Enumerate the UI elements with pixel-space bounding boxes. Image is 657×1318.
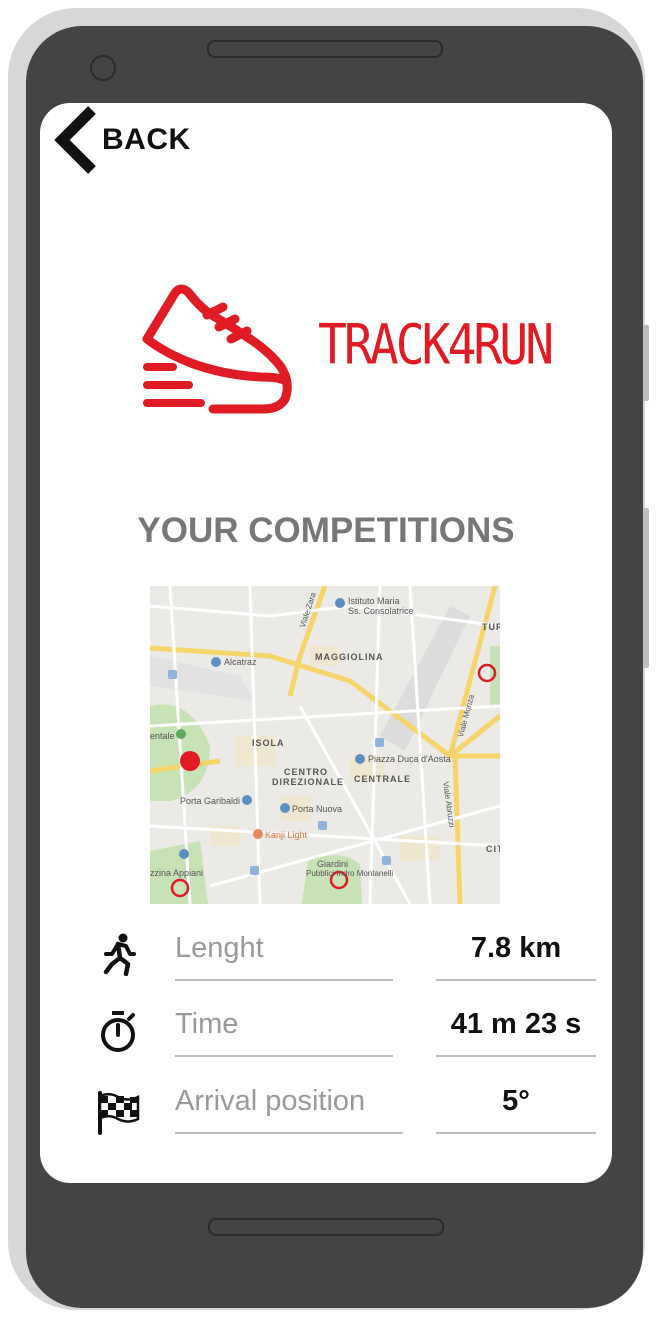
map-label-appiani: zzina Appiani (150, 868, 204, 878)
map-label-turi: TURI (482, 622, 500, 632)
phone-volume-button (643, 508, 649, 668)
stat-label-underline (175, 1132, 403, 1134)
chevron-left-icon (54, 106, 96, 174)
competition-map[interactable]: Istituto Maria Ss. Consolatrice Alcatraz… (150, 586, 500, 904)
stopwatch-icon (101, 1011, 135, 1052)
map-label-montanelli: Pubblici Indro Montanelli (306, 869, 394, 878)
checkered-flag-icon (98, 1091, 140, 1135)
phone-camera (90, 55, 116, 81)
stat-label-underline (175, 1055, 393, 1057)
app-screen: BACK TRACK4RUN YOUR COMPETITIONS Istitut… (40, 103, 612, 1183)
map-label-porta-nuova: Porta Nuova (292, 804, 343, 814)
map-label-isola: ISOLA (252, 738, 285, 748)
map-label-giardini: Giardini (317, 859, 349, 869)
stat-label-underline (175, 979, 393, 981)
runner-icon (103, 933, 136, 976)
map-label-maggiolina: MAGGIOLINA (315, 652, 384, 662)
phone-power-button (643, 325, 649, 401)
phone-bottom-speaker (208, 1218, 444, 1236)
stat-row-length: Lenght 7.8 km (40, 928, 612, 988)
stat-value-underline (436, 1055, 596, 1057)
shoe-logo-icon (142, 284, 292, 414)
stat-value-underline (436, 1132, 596, 1134)
back-button[interactable]: BACK (52, 103, 191, 177)
back-label: BACK (102, 123, 191, 156)
map-label-centro: CENTRO (284, 767, 328, 777)
map-label-citta: CIT (486, 844, 500, 854)
stat-label: Time (175, 1008, 239, 1040)
brand-name: TRACK4RUN (318, 313, 554, 378)
stat-label: Arrival position (175, 1085, 366, 1117)
stat-row-time: Time 41 m 23 s (40, 1004, 612, 1064)
stat-value-underline (436, 979, 596, 981)
stat-value: 41 m 23 s (450, 1008, 582, 1040)
map-background (150, 586, 500, 904)
map-label-istituto-2: Ss. Consolatrice (348, 606, 414, 616)
stat-label: Lenght (175, 932, 264, 964)
stat-value: 5° (502, 1085, 530, 1117)
map-label-porta-garibaldi: Porta Garibaldi (180, 796, 241, 806)
map-label-kanji: Kanji Light (265, 830, 308, 840)
map-label-centrale: CENTRALE (354, 774, 411, 784)
map-label-alcatraz: Alcatraz (224, 657, 257, 667)
map-label-istituto: Istituto Maria (348, 596, 400, 606)
stat-value: 7.8 km (470, 932, 562, 964)
page-title: YOUR COMPETITIONS (137, 511, 515, 550)
stat-row-position: Arrival position 5° (40, 1081, 612, 1141)
map-label-direzionale: DIREZIONALE (272, 777, 345, 787)
phone-speaker (207, 40, 443, 58)
map-label-centrale-park: entale (150, 731, 175, 741)
map-label-piazza: Piazza Duca d'Aosta (368, 754, 451, 764)
